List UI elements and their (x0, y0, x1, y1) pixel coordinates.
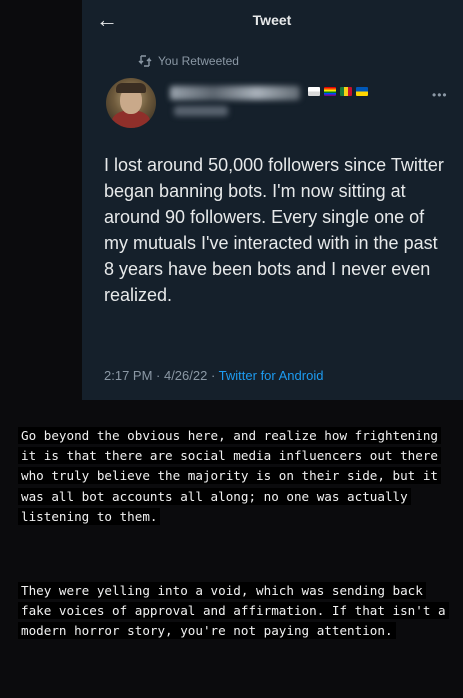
display-name-redacted[interactable] (170, 86, 300, 100)
flag-icon (356, 87, 368, 96)
avatar[interactable] (106, 78, 156, 128)
commentary-paragraph-2: They were yelling into a void, which was… (18, 581, 458, 642)
name-emoji-flags (308, 87, 368, 96)
top-bar: ← Tweet (82, 0, 463, 44)
more-icon[interactable]: ••• (432, 88, 448, 102)
page-title: Tweet (252, 12, 292, 28)
commentary-text: Go beyond the obvious here, and realize … (18, 427, 442, 525)
flag-icon (324, 87, 336, 96)
tweet-timestamp: 2:17 PM · 4/26/22 · (104, 368, 219, 383)
commentary-text: They were yelling into a void, which was… (18, 582, 449, 640)
back-arrow-icon[interactable]: ← (96, 8, 120, 32)
retweet-indicator: You Retweeted (138, 52, 239, 70)
retweet-icon (138, 55, 152, 67)
retweet-label: You Retweeted (158, 54, 239, 68)
flag-icon (308, 87, 320, 96)
tweet-text: I lost around 50,000 followers since Twi… (104, 155, 444, 305)
commentary-paragraph-1: Go beyond the obvious here, and realize … (18, 426, 458, 527)
tweet-card: ← Tweet You Retweeted ••• I lost around … (82, 0, 463, 400)
tweet-source-link[interactable]: Twitter for Android (219, 368, 324, 383)
tweet-meta: 2:17 PM · 4/26/22 · Twitter for Android (104, 368, 323, 383)
flag-icon (340, 87, 352, 96)
screenshot: ← Tweet You Retweeted ••• I lost around … (0, 0, 463, 698)
username-redacted[interactable] (174, 106, 228, 116)
